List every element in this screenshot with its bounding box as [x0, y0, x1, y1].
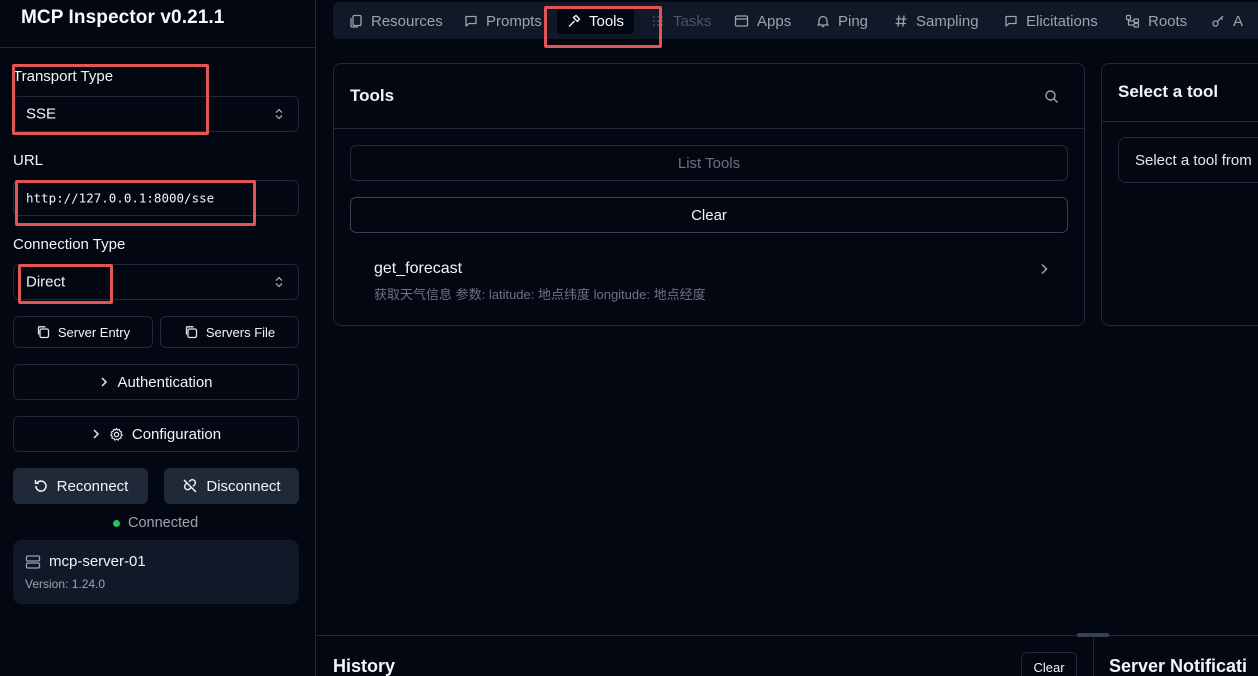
tab-label: Tools [589, 12, 625, 30]
bottom-panel-divider [317, 635, 1258, 636]
chevrons-up-down-icon [274, 276, 284, 288]
list-tools-button[interactable]: List Tools [350, 145, 1068, 181]
server-version: Version: 1.24.0 [25, 577, 106, 591]
tab-label: Sampling [916, 12, 979, 30]
configuration-label: Configuration [131, 425, 222, 443]
connection-type-select[interactable]: Direct [13, 264, 299, 300]
bell-icon [816, 14, 830, 28]
tab-elicitations[interactable]: Elicitations [994, 8, 1108, 34]
files-icon [349, 14, 363, 28]
panel-divider [334, 128, 1084, 129]
unplug-icon [182, 478, 198, 494]
server-entry-label: Server Entry [57, 324, 131, 340]
clear-label: Clear [691, 206, 727, 224]
tab-label: Resources [371, 12, 443, 30]
gear-icon [109, 427, 124, 442]
tab-sampling[interactable]: Sampling [884, 8, 989, 34]
copy-icon [36, 325, 50, 339]
transport-type-value: SSE [26, 105, 57, 123]
list-tools-label: List Tools [677, 154, 741, 172]
tab-apps[interactable]: Apps [724, 8, 801, 34]
server-entry-button[interactable]: Server Entry [13, 316, 153, 348]
url-value: http://127.0.0.1:8000/sse [26, 190, 215, 206]
tool-detail-panel [1101, 63, 1258, 326]
folder-tree-icon [1125, 14, 1140, 28]
tools-panel-title: Tools [350, 86, 395, 105]
rotate-ccw-icon [33, 478, 49, 494]
status-dot [113, 519, 120, 527]
server-info-card: mcp-server-01 Version: 1.24.0 [13, 540, 299, 604]
authentication-button[interactable]: Authentication [13, 364, 299, 400]
hash-icon [894, 14, 908, 28]
tool-detail-placeholder-box: Select a tool from [1118, 137, 1258, 183]
reconnect-button[interactable]: Reconnect [13, 468, 148, 504]
transport-type-select[interactable]: SSE [13, 96, 299, 132]
tab-label: Elicitations [1026, 12, 1098, 30]
clear-tools-button[interactable]: Clear [350, 197, 1068, 233]
sidebar-divider [0, 47, 316, 48]
url-label: URL [13, 152, 44, 169]
server-notifications-title: Server Notificati [1109, 656, 1248, 676]
transport-type-label: Transport Type [13, 68, 114, 85]
tab-label: Ping [838, 12, 869, 30]
connection-type-label: Connection Type [13, 236, 126, 253]
server-icon [25, 554, 41, 570]
tab-prompts[interactable]: Prompts [454, 8, 552, 34]
vertical-divider [1093, 636, 1094, 676]
authentication-label: Authentication [117, 373, 213, 391]
tool-description: 获取天气信息 参数: latitude: 地点纬度 longitude: 地点经… [374, 287, 706, 302]
app-title: MCP Inspector v0.21.1 [21, 7, 225, 28]
panel-divider [1102, 121, 1258, 122]
chevron-right-icon [99, 376, 109, 388]
chevron-right-icon [91, 428, 101, 440]
server-name: mcp-server-01 [49, 553, 146, 570]
reconnect-label: Reconnect [56, 477, 129, 495]
message-icon [464, 14, 478, 28]
tool-detail-title: Select a tool [1118, 82, 1219, 101]
disconnect-label: Disconnect [206, 477, 281, 495]
chevrons-up-down-icon [274, 108, 284, 120]
hammer-icon [567, 14, 581, 28]
servers-file-button[interactable]: Servers File [160, 316, 299, 348]
tab-roots[interactable]: Roots [1115, 8, 1197, 34]
tab-ping[interactable]: Ping [806, 8, 878, 34]
connection-type-value: Direct [26, 273, 66, 291]
url-input[interactable]: http://127.0.0.1:8000/sse [13, 180, 299, 216]
key-icon [1211, 14, 1225, 28]
connection-status: Connected [113, 515, 198, 531]
chevron-right-icon [1039, 262, 1049, 276]
tab-label: Roots [1148, 12, 1188, 30]
tab-label: A [1233, 12, 1244, 30]
tab-tasks[interactable]: Tasks [641, 8, 721, 34]
clear-history-button[interactable]: Clear [1021, 652, 1077, 676]
tab-auth[interactable]: A [1201, 8, 1253, 34]
tab-resources[interactable]: Resources [339, 8, 453, 34]
clear-history-label: Clear [1033, 659, 1065, 675]
tab-tools[interactable]: Tools [557, 8, 635, 34]
search-icon[interactable] [1044, 89, 1059, 104]
status-text: Connected [128, 515, 199, 531]
tool-detail-placeholder: Select a tool from [1135, 152, 1252, 169]
message-square-icon [1004, 14, 1018, 28]
disconnect-button[interactable]: Disconnect [164, 468, 299, 504]
app-window-icon [734, 14, 749, 28]
servers-file-label: Servers File [205, 324, 276, 340]
tab-label: Tasks [673, 12, 712, 30]
tab-bar: Resources Prompts Tools Tasks Apps Ping … [333, 2, 1258, 39]
tab-label: Apps [757, 12, 792, 30]
list-icon [651, 14, 665, 28]
copy-icon [184, 325, 198, 339]
tool-name: get_forecast [374, 260, 463, 277]
history-title: History [333, 656, 396, 676]
tab-label: Prompts [486, 12, 542, 30]
configuration-button[interactable]: Configuration [13, 416, 299, 452]
